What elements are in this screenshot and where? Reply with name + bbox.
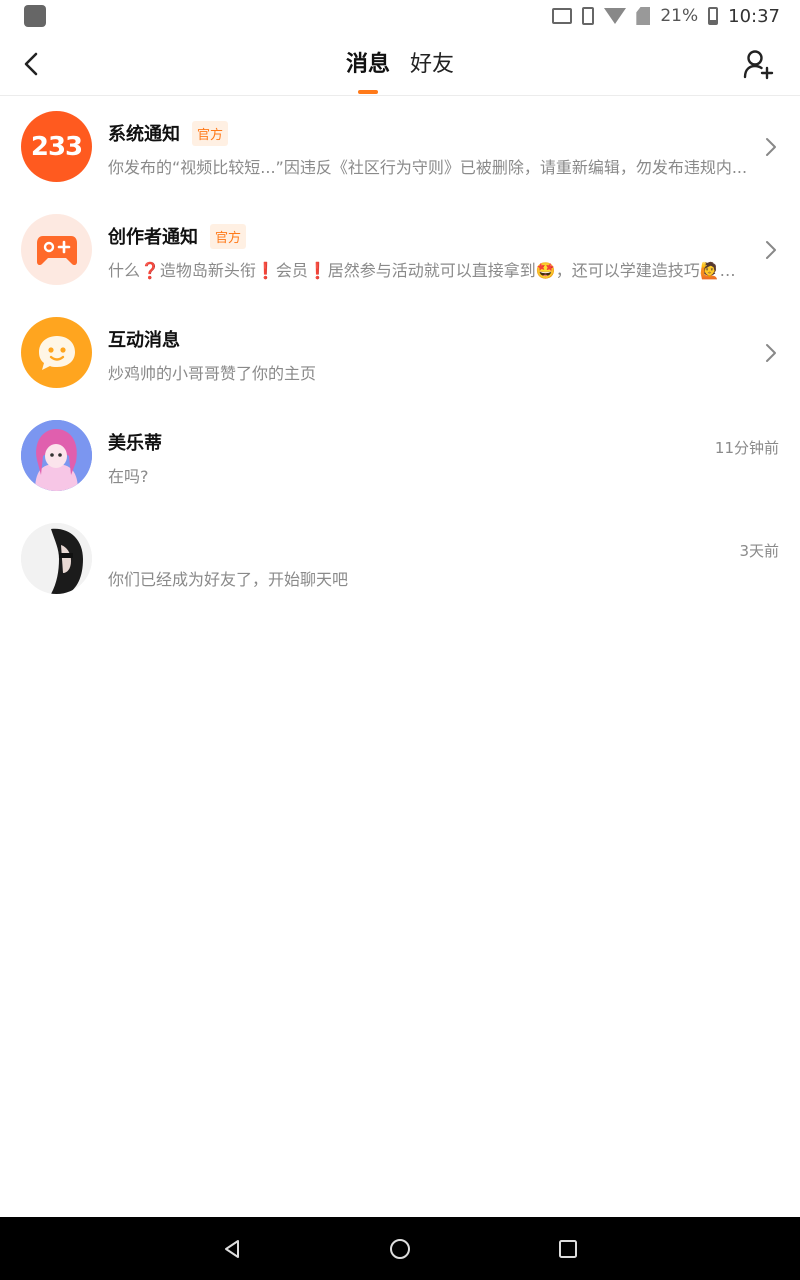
user-avatar: [21, 523, 92, 594]
item-title: 互动消息: [108, 330, 180, 351]
creator-notice-avatar: [21, 214, 92, 285]
interaction-avatar: [21, 317, 92, 388]
tab-friends-label: 好友: [410, 52, 455, 77]
item-timestamp: 11分钟前: [714, 439, 779, 457]
gamepad-icon: [36, 235, 77, 265]
item-preview: 在吗?: [108, 467, 149, 486]
header: 消息 好友: [0, 32, 800, 96]
list-item-interactions[interactable]: 互动消息 炒鸡帅的小哥哥赞了你的主页: [0, 302, 800, 405]
battery-icon: [708, 7, 719, 25]
avatar-logo-text: 233: [30, 131, 83, 162]
chevron-right-icon[interactable]: [764, 342, 778, 364]
item-preview: 你发布的“视频比较短...”因违反《社区行为守则》已被删除，请重新编辑，勿发布违…: [108, 158, 748, 177]
chevron-right-icon[interactable]: [764, 239, 778, 261]
user-avatar: [21, 420, 92, 491]
dark-hair-avatar-image: [21, 523, 92, 594]
item-preview: 什么❓造物岛新头衔❗会员❗居然参与活动就可以直接拿到🤩，还可以学建造技巧🙋，..…: [108, 261, 748, 280]
cast-icon: [552, 8, 573, 24]
item-title: 美乐蒂: [108, 433, 162, 454]
chevron-right-icon[interactable]: [764, 136, 778, 158]
nav-recents-icon[interactable]: [556, 1237, 580, 1261]
item-title: 系统通知: [108, 124, 180, 145]
wifi-icon: [604, 8, 627, 24]
nav-back-icon[interactable]: [220, 1237, 244, 1261]
vibrate-icon: [582, 7, 595, 25]
system-nav-bar: [0, 1217, 800, 1280]
status-bar: 21% 10:37: [0, 0, 800, 32]
item-title: 创作者通知: [108, 227, 198, 248]
add-friend-icon[interactable]: [742, 48, 774, 80]
item-timestamp: 3天前: [739, 542, 779, 560]
official-badge: 官方: [192, 120, 229, 146]
item-preview: 炒鸡帅的小哥哥赞了你的主页: [108, 364, 317, 383]
list-item-system-notice[interactable]: 233 系统通知 官方 你发布的“视频比较短...”因违反《社区行为守则》已被删…: [0, 96, 800, 199]
active-tab-indicator: [357, 90, 378, 94]
clock: 10:37: [728, 5, 780, 27]
list-item-chat[interactable]: 你们已经成为好友了，开始聊天吧 3天前: [0, 508, 800, 611]
anime-girl-avatar-image: [21, 420, 92, 491]
no-sim-icon: [636, 7, 651, 25]
system-notice-avatar: 233: [21, 111, 92, 182]
message-list: 233 系统通知 官方 你发布的“视频比较短...”因违反《社区行为守则》已被删…: [0, 96, 800, 611]
tab-messages[interactable]: 消息: [345, 46, 390, 94]
battery-percent: 21%: [660, 6, 699, 26]
chat-bubble-icon: [38, 335, 75, 370]
official-badge: 官方: [210, 223, 247, 249]
nav-home-icon[interactable]: [388, 1237, 412, 1261]
list-item-chat[interactable]: 美乐蒂 在吗? 11分钟前: [0, 405, 800, 508]
tab-friends[interactable]: 好友: [410, 46, 454, 78]
item-preview: 你们已经成为好友了，开始聊天吧: [108, 570, 349, 589]
app-icon: [24, 5, 46, 27]
tab-messages-label: 消息: [345, 52, 390, 77]
list-item-creator-notice[interactable]: 创作者通知 官方 什么❓造物岛新头衔❗会员❗居然参与活动就可以直接拿到🤩，还可以…: [0, 199, 800, 302]
